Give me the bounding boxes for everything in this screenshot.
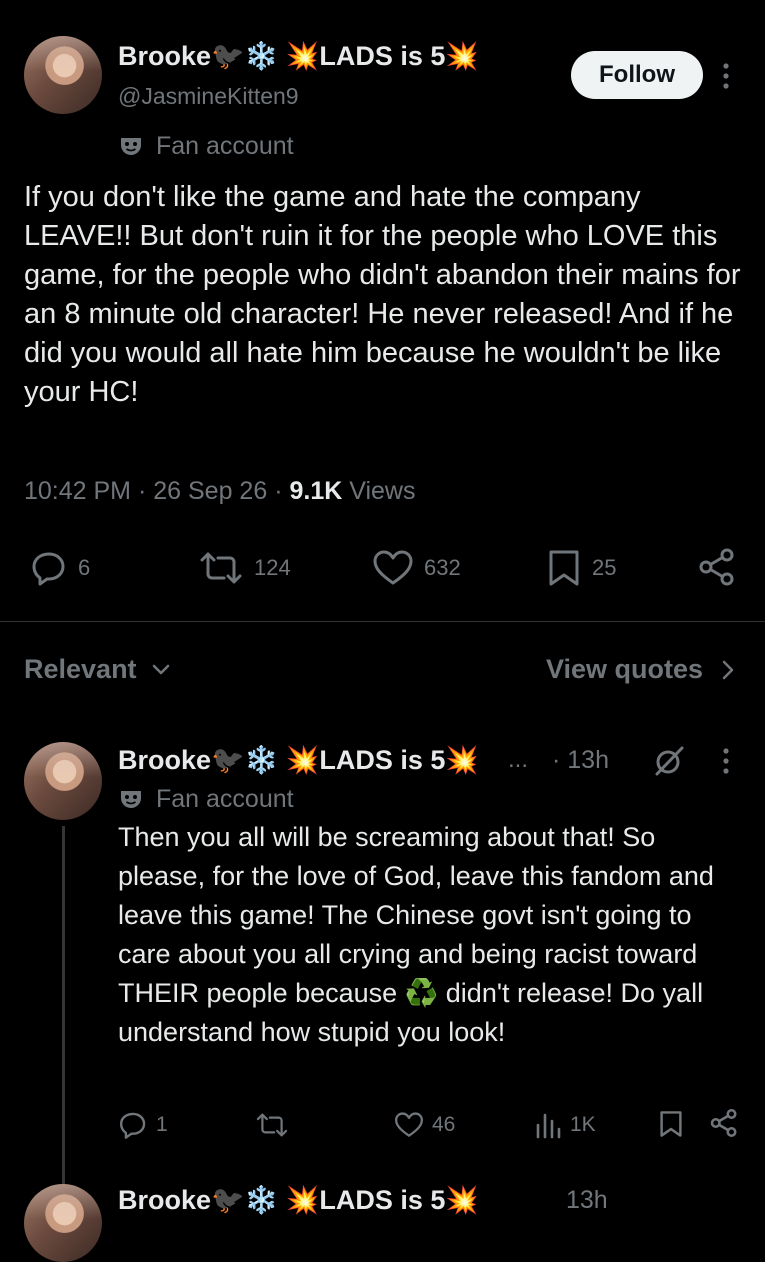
like-action[interactable]: 632 [372, 548, 461, 588]
reply-views-count: 1K [570, 1113, 596, 1136]
reply-time[interactable]: · 13h [552, 744, 609, 776]
reply-fan-account-icon [118, 786, 144, 812]
reply-like-action[interactable]: 46 [394, 1108, 455, 1142]
tweet-meta: 10:42 PM · 26 Sep 26 · 9.1K Views [24, 475, 416, 507]
repost-action[interactable]: 124 [198, 548, 291, 588]
heart-icon [373, 550, 413, 585]
meta-separator: · [137, 477, 154, 505]
tweet-time[interactable]: 10:42 PM [24, 477, 131, 505]
thread-line [62, 826, 65, 1200]
relevant-sort-button[interactable]: Relevant [24, 654, 171, 685]
repost-icon [200, 552, 242, 584]
reply-action[interactable]: 6 [30, 548, 90, 588]
author-handle[interactable]: @JasmineKitten9 [118, 82, 299, 110]
tweet-body: If you don't like the game and hate the … [24, 181, 741, 408]
reply-reply-count: 1 [156, 1113, 168, 1136]
reply-icon [32, 552, 65, 586]
reply-count: 6 [78, 555, 91, 580]
author-avatar[interactable] [24, 36, 102, 114]
repost-icon [256, 1113, 288, 1137]
fan-account-icon [118, 133, 144, 159]
next-reply-author-name[interactable]: Brooke🐦‍⬛❄️ 💥LADS is 5💥 [118, 1184, 479, 1216]
reply-repost-action[interactable] [255, 1108, 289, 1142]
views-label: Views [349, 477, 416, 505]
tweet-date[interactable]: 26 Sep 26 [153, 477, 267, 505]
view-quotes-link[interactable]: View quotes [546, 654, 735, 685]
reply-views-action[interactable]: 1K [534, 1108, 596, 1142]
reply-name-ellipsis: ... [508, 746, 529, 773]
reply-author-name[interactable]: Brooke🐦‍⬛❄️ 💥LADS is 5💥 [118, 744, 479, 776]
chevron-right-icon [722, 660, 734, 679]
share-icon[interactable] [697, 547, 737, 587]
like-count: 632 [424, 555, 461, 580]
relevant-label: Relevant [24, 654, 137, 684]
reply-more-icon[interactable] [716, 745, 736, 777]
reply-icon [119, 1112, 146, 1139]
author-name[interactable]: Brooke🐦‍⬛❄️ 💥LADS is 5💥 [118, 40, 479, 72]
grok-icon[interactable] [652, 744, 686, 778]
more-options-icon[interactable] [716, 60, 736, 92]
repost-count: 124 [254, 555, 291, 580]
reply-avatar[interactable] [24, 742, 102, 820]
meta-separator: · [274, 477, 290, 505]
bookmark-count: 25 [592, 555, 617, 580]
chevron-down-icon [152, 664, 169, 674]
follow-button[interactable]: Follow [571, 51, 703, 99]
next-reply-time[interactable]: 13h [566, 1184, 608, 1216]
reply-reply-action[interactable]: 1 [118, 1108, 168, 1142]
divider [0, 621, 765, 622]
reply-like-count: 46 [432, 1113, 456, 1136]
reply-body: Then you all will be screaming about tha… [118, 822, 714, 1047]
next-reply-avatar[interactable] [24, 1184, 102, 1262]
views-count: 9.1K [289, 477, 343, 505]
view-quotes-label: View quotes [545, 654, 703, 684]
fan-account-label: Fan account [156, 132, 294, 160]
views-icon [536, 1113, 561, 1139]
reply-bookmark-icon[interactable] [658, 1109, 684, 1139]
bookmark-action[interactable]: 25 [546, 548, 616, 588]
reply-fan-account-label: Fan account [156, 785, 294, 813]
reply-share-icon[interactable] [709, 1108, 739, 1138]
heart-icon [395, 1112, 423, 1137]
bookmark-icon [549, 550, 579, 586]
